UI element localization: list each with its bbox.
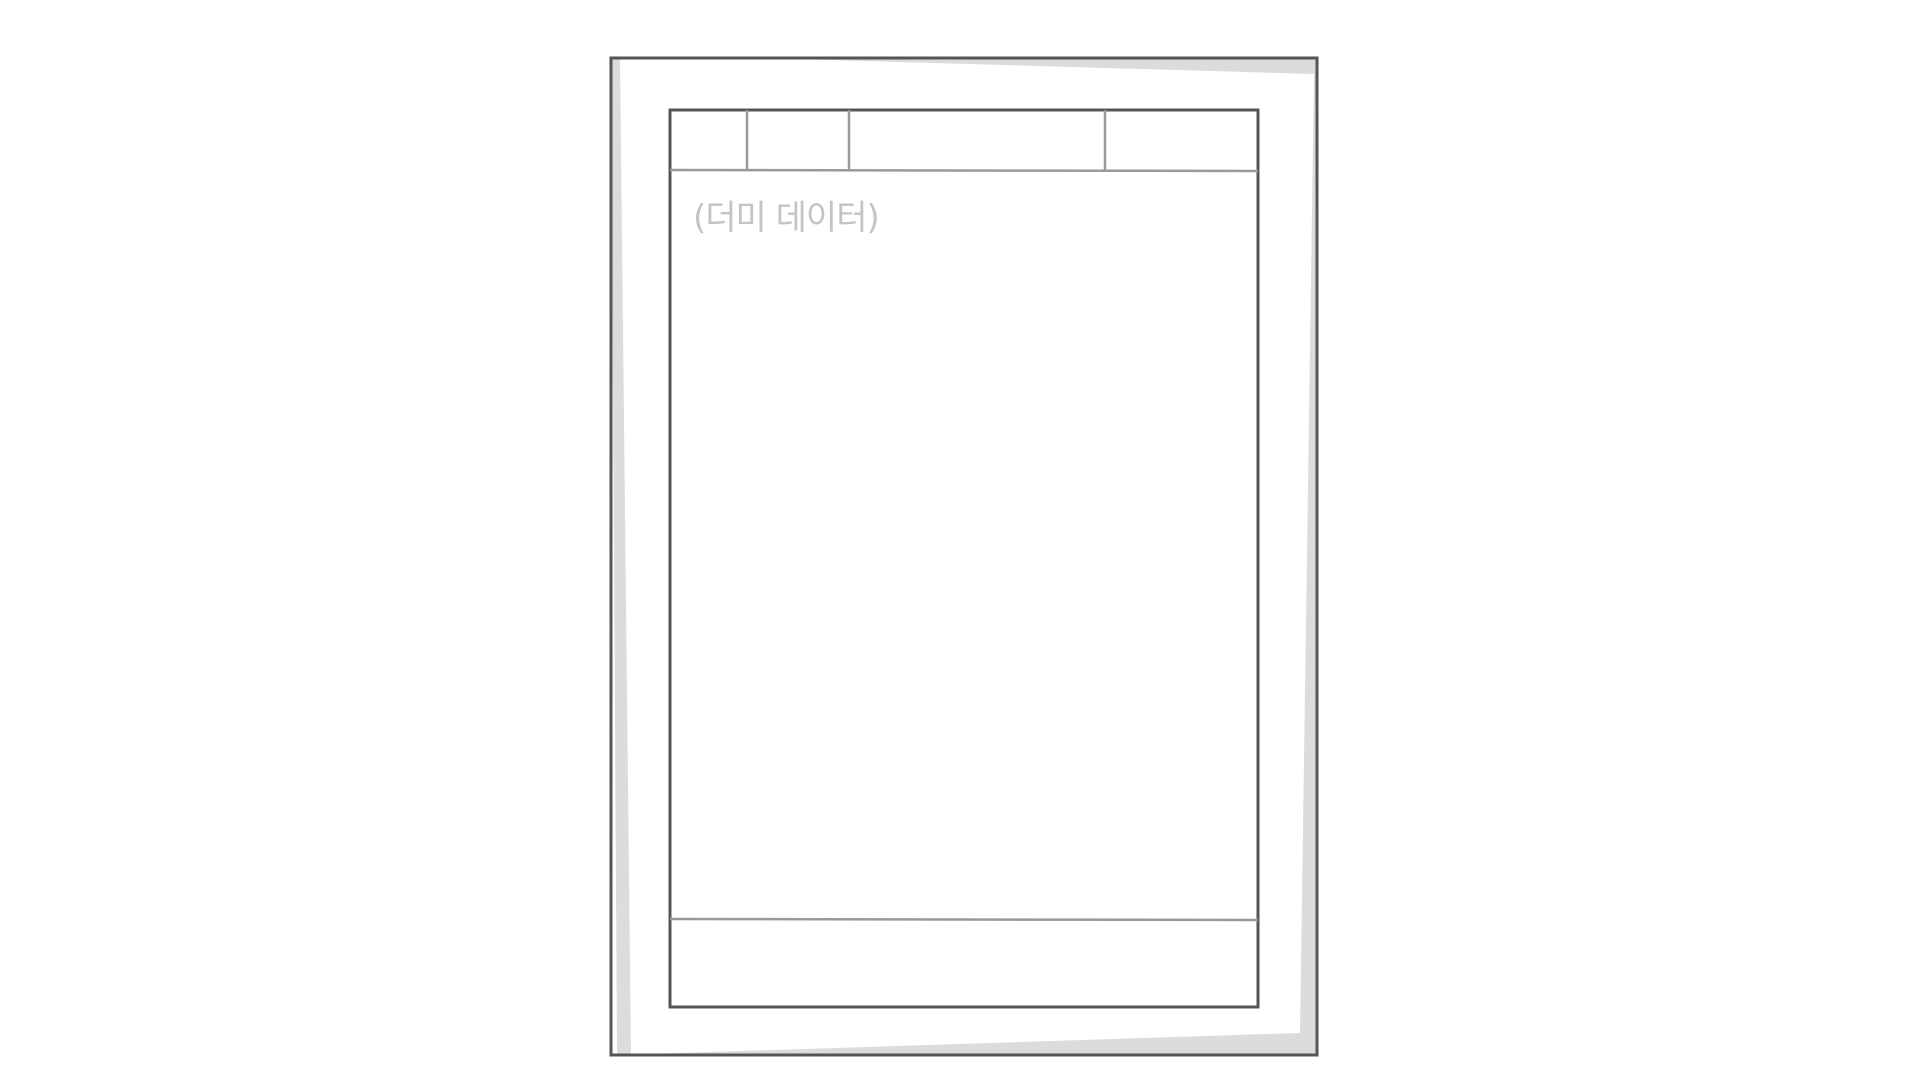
wireframe-stage: (더미 데이터)	[0, 0, 1920, 1080]
paper-shadow-right	[1300, 74, 1317, 1056]
header-separator	[669, 168, 1259, 173]
paper-shadow-bottom	[617, 1033, 1317, 1056]
dummy-data-label: (더미 데이터)	[693, 198, 880, 238]
wireframe-sketch	[609, 56, 1319, 1057]
paper-shadow-top	[760, 58, 1317, 74]
footer-separator	[669, 917, 1259, 922]
inner-frame	[668, 108, 1260, 1009]
paper-shadow-left	[611, 58, 631, 1055]
